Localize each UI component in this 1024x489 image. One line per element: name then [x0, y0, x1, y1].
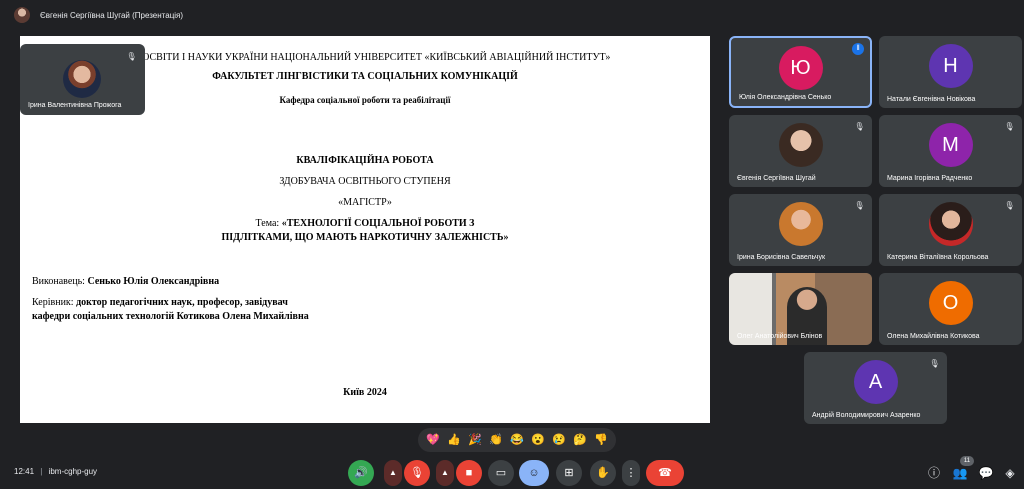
people-icon[interactable]: 👥	[952, 465, 968, 481]
info-separator: |	[40, 467, 43, 476]
participant-name: Олег Анатолійович Блінов	[737, 333, 823, 340]
reactions-bar: 💖 👍 🎉 👏 😂 😮 😢 🤔 👎	[418, 428, 616, 452]
participant-tile[interactable]: 🎙 Ірина Борисівна Савельчук	[729, 194, 872, 266]
bottom-toolbar: 12:41 | ibm-cghp-guy 🔊 ▲ 🎙 ▲ ■ ▭ ☺ ⊞ ✋ ⋮…	[0, 456, 1024, 489]
presenter-avatar	[14, 7, 30, 23]
reaction-party-icon[interactable]: 🎉	[466, 431, 484, 449]
topic-text: «ТЕХНОЛОГІЇ СОЦІАЛЬНОЇ РОБОТИ З	[281, 218, 475, 229]
participant-tile[interactable]: О Олена Михайлівна Котикова	[879, 273, 1022, 345]
mic-off-icon: 🎙	[929, 359, 940, 368]
participant-tile[interactable]: 🎙 Катерина Віталіївна Корольова	[879, 194, 1022, 266]
participant-tile[interactable]: А 🎙 Андрій Володимирович Азаренко	[804, 352, 947, 424]
participant-tile[interactable]: 🎙 Євгенія Сергіївна Шугай	[729, 115, 872, 187]
clock-time: 12:41	[14, 467, 35, 476]
participant-video-tile[interactable]: Олег Анатолійович Блінов	[729, 273, 872, 345]
participant-name: Ірина Борисівна Савельчук	[737, 254, 826, 261]
reaction-sad-icon[interactable]: 😢	[550, 431, 568, 449]
camera-options-chevron-icon[interactable]: ▲	[436, 460, 454, 486]
participant-photo	[778, 202, 823, 246]
present-screen-button[interactable]: ⊞	[556, 460, 582, 486]
participant-avatar: Ю	[778, 46, 823, 90]
supervisor-title: доктор педагогічних наук, професор, заві…	[76, 297, 288, 308]
participant-name: Євгенія Сергіївна Шугай	[737, 175, 816, 182]
captions-button[interactable]: ▭	[488, 460, 514, 486]
meeting-code: ibm-cghp-guy	[48, 467, 98, 476]
audio-output-button[interactable]: 🔊	[348, 460, 374, 486]
slide-supervisor-line-2: кафедри соціальних технологій Котикова О…	[32, 311, 309, 322]
slide-supervisor-line: Керівник: доктор педагогічних наук, проф…	[32, 297, 288, 308]
slide-topic-line-2: ПІДЛІТКАМИ, ЩО МАЮТЬ НАРКОТИЧНУ ЗАЛЕЖНІС…	[221, 232, 509, 243]
reaction-thumbs-up-icon[interactable]: 👍	[445, 431, 463, 449]
mic-off-icon: 🎙	[126, 52, 137, 61]
slide-work-title: КВАЛІФІКАЦІЙНА РОБОТА	[296, 155, 434, 166]
participant-name: Катерина Віталіївна Корольова	[887, 254, 989, 261]
self-video-tile[interactable]: 🎙 Ірина Валентинівна Прожога	[20, 44, 145, 115]
slide-degree-line: ЗДОБУВАЧА ОСВІТНЬОГО СТУПЕНЯ	[279, 176, 451, 187]
participant-avatar: О	[928, 281, 973, 325]
author-name: Сенько Юлія Олександрівна	[87, 276, 220, 287]
mic-off-icon: 🎙	[1004, 201, 1015, 210]
participant-tile[interactable]: Н Натали Євгенівна Новікова	[879, 36, 1022, 108]
author-prefix: Виконавець:	[32, 276, 88, 287]
topic-prefix: Тема:	[255, 218, 282, 229]
participant-avatar: А	[853, 360, 898, 404]
top-bar: Євгенія Сергіївна Шугай (Презентація)	[0, 0, 1024, 30]
mic-toggle-button[interactable]: 🎙	[404, 460, 430, 486]
participant-name: Натали Євгенівна Новікова	[887, 96, 976, 103]
participant-name: Юлія Олександрівна Сенько	[739, 94, 832, 101]
reaction-thumbs-down-icon[interactable]: 👎	[592, 431, 610, 449]
reaction-clap-icon[interactable]: 👏	[487, 431, 505, 449]
participant-name: Андрій Володимирович Азаренко	[812, 412, 921, 419]
participant-photo	[928, 202, 973, 246]
speaking-indicator-icon: ⦀	[852, 43, 864, 55]
meet-window: Євгенія Сергіївна Шугай (Презентація) ТВ…	[0, 0, 1024, 489]
supervisor-prefix: Керівник:	[32, 297, 77, 308]
emoji-reactions-button[interactable]: ☺	[519, 460, 549, 486]
mic-off-icon: 🎙	[1004, 122, 1015, 131]
slide-city-year: Київ 2024	[343, 387, 387, 398]
participant-tile[interactable]: Ю ⦀ Юлія Олександрівна Сенько	[729, 36, 872, 108]
leave-call-button[interactable]: ☎	[646, 460, 684, 486]
reaction-heart-icon[interactable]: 💖	[424, 431, 442, 449]
participant-photo	[63, 60, 101, 98]
mic-options-chevron-icon[interactable]: ▲	[384, 460, 402, 486]
participant-avatar: М	[928, 123, 973, 167]
participant-avatar: Н	[928, 44, 973, 88]
meeting-info: 12:41 | ibm-cghp-guy	[14, 467, 101, 476]
slide-topic-line-1: Тема: «ТЕХНОЛОГІЇ СОЦІАЛЬНОЇ РОБОТИ З	[20, 218, 710, 229]
raise-hand-button[interactable]: ✋	[590, 460, 616, 486]
camera-toggle-button[interactable]: ■	[456, 460, 482, 486]
meeting-details-icon[interactable]: ⓘ	[926, 465, 942, 481]
presentation-title: Євгенія Сергіївна Шугай (Презентація)	[40, 10, 184, 20]
participant-tile[interactable]: М 🎙 Марина Ігорівна Радченко	[879, 115, 1022, 187]
participant-name: Марина Ігорівна Радченко	[887, 175, 973, 182]
self-name: Ірина Валентинівна Прожога	[28, 102, 122, 109]
participants-count-badge: 11	[960, 456, 974, 466]
more-options-icon[interactable]: ⋮	[622, 460, 640, 486]
mic-off-icon: 🎙	[854, 122, 865, 131]
participant-photo	[778, 123, 823, 167]
participant-name: Олена Михайлівна Котикова	[887, 333, 980, 340]
slide-author-line: Виконавець: Сенько Юлія Олександрівна	[32, 276, 219, 287]
reaction-thinking-icon[interactable]: 🤔	[571, 431, 589, 449]
slide-master-line: «МАГІСТР»	[338, 197, 392, 208]
reaction-laugh-icon[interactable]: 😂	[508, 431, 526, 449]
activities-icon[interactable]: ◈	[1002, 465, 1018, 481]
reaction-surprised-icon[interactable]: 😮	[529, 431, 547, 449]
chat-icon[interactable]: 💬	[978, 465, 994, 481]
mic-off-icon: 🎙	[854, 201, 865, 210]
